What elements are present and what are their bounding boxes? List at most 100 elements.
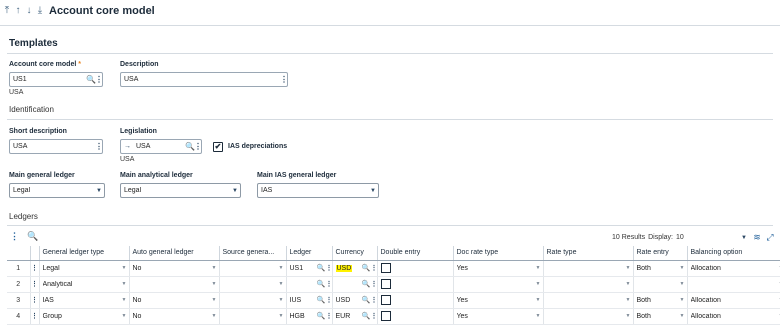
- chevron-down-icon[interactable]: ▼: [120, 297, 129, 303]
- general-ledger-type-value[interactable]: Analytical: [43, 281, 120, 288]
- balancing-option-value[interactable]: Allocation: [691, 313, 777, 320]
- chevron-down-icon[interactable]: ▼: [624, 281, 633, 287]
- chevron-down-icon[interactable]: ▼: [678, 265, 687, 271]
- cell-ledger[interactable]: US1 🔍 ⋮: [286, 260, 333, 277]
- more-options-icon[interactable]: ⋮: [326, 296, 332, 304]
- cell-currency[interactable]: USD 🔍 ⋮: [332, 260, 378, 277]
- chevron-down-icon[interactable]: ▼: [210, 281, 219, 287]
- display-count-select[interactable]: 10: [676, 234, 736, 241]
- table-row[interactable]: 3 ⋮ IAS ▼ No ▼ ▼ IUS 🔍 ⋮ USD 🔍 ⋮ Yes ▼ ▼ Both ▼ Allocation…: [7, 292, 780, 309]
- chevron-down-icon[interactable]: ▼: [534, 265, 543, 271]
- cell-balancing-option[interactable]: Allocation▼: [687, 308, 780, 325]
- table-row[interactable]: 4 ⋮ Group ▼ No ▼ ▼ HGB 🔍 ⋮ EUR 🔍 ⋮ Yes ▼ ▼ Both ▼ Allocati…: [7, 308, 780, 325]
- more-options-icon[interactable]: ⋮: [371, 264, 377, 272]
- cell-double-entry[interactable]: [377, 276, 454, 293]
- cell-source-general-ledger[interactable]: ▼: [219, 308, 287, 325]
- row-actions-icon[interactable]: ⋮: [30, 260, 40, 277]
- link-arrow-icon[interactable]: →: [124, 143, 136, 150]
- search-icon[interactable]: 🔍: [362, 280, 371, 288]
- more-options-icon[interactable]: ⋮: [371, 280, 377, 288]
- column-header-balancing-option[interactable]: Balancing option: [687, 246, 780, 261]
- column-header-double-entry[interactable]: Double entry: [377, 246, 454, 261]
- search-icon[interactable]: 🔍: [317, 312, 326, 320]
- chevron-down-icon[interactable]: ▼: [534, 297, 543, 303]
- more-options-icon[interactable]: ⋮: [95, 142, 103, 151]
- cell-rate-type[interactable]: ▼: [543, 276, 634, 293]
- more-options-icon[interactable]: ⋮: [326, 280, 332, 288]
- chevron-down-icon[interactable]: ▼: [230, 188, 240, 194]
- column-header-rate-entry[interactable]: Rate entry: [633, 246, 688, 261]
- cell-doc-rate-type[interactable]: Yes ▼: [453, 260, 544, 277]
- cell-auto-general-ledger[interactable]: No ▼: [129, 260, 220, 277]
- main-ias-general-ledger-select[interactable]: IAS ▼: [257, 183, 379, 198]
- chevron-down-icon[interactable]: ▼: [624, 265, 633, 271]
- chevron-down-icon[interactable]: ▼: [277, 281, 286, 287]
- table-row[interactable]: 1 ⋮ Legal ▼ No ▼ ▼ US1 🔍 ⋮ USD 🔍 ⋮ Yes ▼ ▼ Both ▼ Allocati…: [7, 260, 780, 277]
- legislation-field[interactable]: → USA 🔍 ⋮: [120, 139, 202, 154]
- more-options-icon[interactable]: ⋮: [371, 312, 377, 320]
- more-options-icon[interactable]: ⋮: [326, 264, 332, 272]
- double-entry-checkbox[interactable]: [380, 311, 391, 321]
- row-actions-icon[interactable]: ⋮: [30, 308, 40, 325]
- cell-rate-type[interactable]: ▼: [543, 308, 634, 325]
- cell-auto-general-ledger[interactable]: No ▼: [129, 292, 220, 309]
- cell-rate-entry[interactable]: ▼: [633, 276, 688, 293]
- chevron-down-icon[interactable]: ▼: [739, 235, 749, 241]
- chevron-down-icon[interactable]: ▼: [777, 313, 780, 319]
- description-field[interactable]: USA ⋮: [120, 72, 288, 87]
- main-ias-general-ledger-value[interactable]: IAS: [261, 187, 368, 194]
- cell-double-entry[interactable]: [377, 260, 454, 277]
- more-options-icon[interactable]: ⋮: [280, 75, 288, 84]
- chevron-down-icon[interactable]: ▼: [624, 297, 633, 303]
- cell-doc-rate-type[interactable]: Yes ▼: [453, 308, 544, 325]
- cell-ledger[interactable]: HGB 🔍 ⋮: [286, 308, 333, 325]
- chevron-down-icon[interactable]: ▼: [277, 265, 286, 271]
- table-row[interactable]: 2⋮Analytical▼▼▼🔍⋮🔍⋮▼▼▼▼: [7, 276, 780, 293]
- ledger-value[interactable]: HGB: [290, 313, 305, 320]
- chevron-down-icon[interactable]: ▼: [624, 313, 633, 319]
- cell-doc-rate-type[interactable]: Yes ▼: [453, 292, 544, 309]
- column-header-general-ledger-type[interactable]: General ledger type: [39, 246, 130, 261]
- row-actions-icon[interactable]: ⋮: [30, 292, 40, 309]
- short-description-field[interactable]: USA ⋮: [9, 139, 103, 154]
- column-header-source-general-ledger[interactable]: Source genera...: [219, 246, 287, 261]
- more-options-icon[interactable]: ⋮: [326, 312, 332, 320]
- doc-rate-type-value[interactable]: Yes: [457, 297, 534, 304]
- cell-rate-type[interactable]: ▼: [543, 260, 634, 277]
- cell-currency[interactable]: EUR 🔍 ⋮: [332, 308, 378, 325]
- chevron-down-icon[interactable]: ▼: [210, 313, 219, 319]
- column-header-rate-type[interactable]: Rate type: [543, 246, 634, 261]
- currency-value[interactable]: USD: [335, 264, 353, 272]
- chevron-down-icon[interactable]: ▼: [120, 265, 129, 271]
- cell-rate-entry[interactable]: Both ▼: [633, 260, 688, 277]
- main-general-ledger-select[interactable]: Legal ▼: [9, 183, 105, 198]
- chevron-down-icon[interactable]: ▼: [534, 281, 543, 287]
- auto-general-ledger-value[interactable]: No: [133, 297, 210, 304]
- cell-rate-type[interactable]: ▼: [543, 292, 634, 309]
- chevron-down-icon[interactable]: ▼: [534, 313, 543, 319]
- cell-ledger[interactable]: IUS 🔍 ⋮: [286, 292, 333, 309]
- cell-general-ledger-type[interactable]: Legal ▼: [39, 260, 130, 277]
- auto-general-ledger-value[interactable]: No: [133, 265, 210, 272]
- cell-auto-general-ledger[interactable]: ▼: [129, 276, 220, 293]
- main-analytical-ledger-value[interactable]: Legal: [124, 187, 230, 194]
- layers-icon[interactable]: ≋: [752, 232, 762, 243]
- more-options-icon[interactable]: ⋮: [194, 142, 202, 151]
- balancing-option-value[interactable]: Allocation: [691, 297, 777, 304]
- next-record-icon[interactable]: ↓: [25, 5, 33, 17]
- search-icon[interactable]: 🔍: [185, 142, 195, 151]
- search-icon[interactable]: 🔍: [362, 264, 371, 272]
- double-entry-checkbox[interactable]: [380, 279, 391, 289]
- column-header-currency[interactable]: Currency: [332, 246, 378, 261]
- chevron-down-icon[interactable]: ▼: [210, 297, 219, 303]
- chevron-down-icon[interactable]: ▼: [277, 313, 286, 319]
- cell-doc-rate-type[interactable]: ▼: [453, 276, 544, 293]
- cell-double-entry[interactable]: [377, 292, 454, 309]
- cell-balancing-option[interactable]: Allocation▼: [687, 260, 780, 277]
- table-search-icon[interactable]: 🔍: [27, 231, 38, 242]
- search-icon[interactable]: 🔍: [317, 296, 326, 304]
- column-header-auto-general-ledger[interactable]: Auto general ledger: [129, 246, 220, 261]
- chevron-down-icon[interactable]: ▼: [678, 297, 687, 303]
- general-ledger-type-value[interactable]: IAS: [43, 297, 120, 304]
- cell-balancing-option[interactable]: Allocation▼: [687, 292, 780, 309]
